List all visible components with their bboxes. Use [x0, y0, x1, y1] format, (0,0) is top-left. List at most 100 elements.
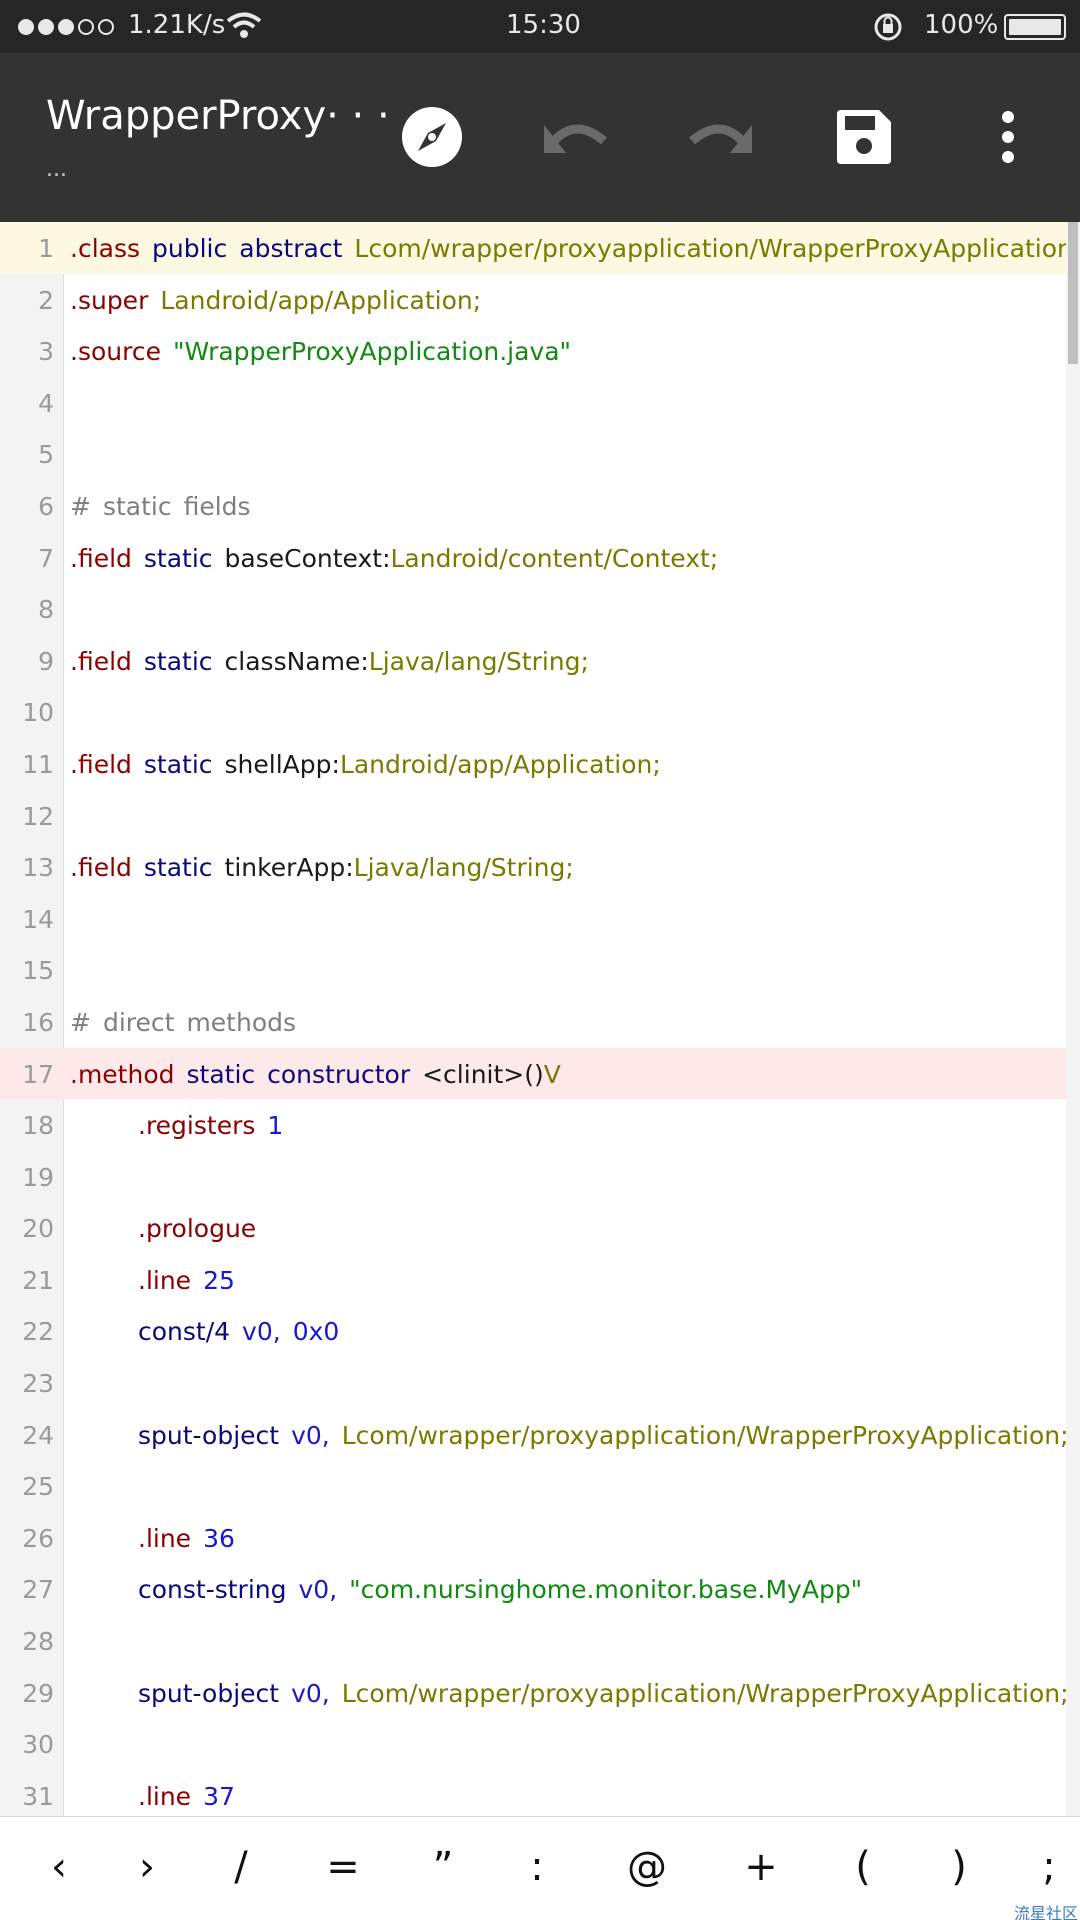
- line-number: 4: [38, 388, 54, 418]
- symbol-key[interactable]: /: [206, 1835, 276, 1899]
- code-token: .prologue: [138, 1214, 257, 1244]
- code-line[interactable]: 30: [0, 1718, 1080, 1770]
- code-line[interactable]: 5: [0, 428, 1080, 480]
- code-line[interactable]: 16 # direct methods: [0, 996, 1080, 1048]
- code-text: # static fields: [70, 492, 263, 521]
- code-line[interactable]: 31 .line 37: [0, 1770, 1080, 1816]
- symbol-key[interactable]: +: [726, 1835, 796, 1899]
- line-number: 26: [22, 1523, 54, 1553]
- symbol-key[interactable]: ‹: [24, 1835, 94, 1899]
- code-line[interactable]: 27 const-string v0, "com.nursinghome.monito…: [0, 1563, 1080, 1615]
- code-token: methods: [186, 1007, 297, 1037]
- code-token: 1: [267, 1111, 284, 1141]
- code-line[interactable]: 26 .line 36: [0, 1512, 1080, 1564]
- code-line[interactable]: 9 .field static className:Ljava/lang/String…: [0, 635, 1080, 687]
- code-line[interactable]: 11 .field static shellApp:Landroid/app/Appl…: [0, 738, 1080, 790]
- code-token: Landroid/app/Application;: [339, 749, 661, 779]
- line-number: 8: [38, 595, 54, 625]
- undo-button[interactable]: [540, 101, 612, 173]
- symbol-key[interactable]: ;: [1014, 1835, 1080, 1899]
- code-line[interactable]: 29 sput-object v0, Lcom/wrapper/proxyapplic…: [0, 1667, 1080, 1719]
- code-line[interactable]: 23: [0, 1357, 1080, 1409]
- code-token: 37: [203, 1781, 235, 1811]
- code-editor[interactable]: 1 .class public abstract Lcom/wrapper/proxya…: [0, 222, 1080, 1816]
- code-token: Ljava/lang/String;: [353, 853, 574, 883]
- code-token: shellApp:: [224, 749, 340, 779]
- line-number: 3: [38, 337, 54, 367]
- code-line[interactable]: 6 # static fields: [0, 480, 1080, 532]
- code-token: 0x0: [292, 1317, 340, 1347]
- navigate-button[interactable]: [396, 101, 468, 173]
- code-line[interactable]: 18 .registers 1: [0, 1099, 1080, 1151]
- symbol-key[interactable]: @: [612, 1835, 682, 1899]
- battery-icon: [1004, 14, 1066, 40]
- code-line[interactable]: 2 .super Landroid/app/Application;: [0, 274, 1080, 326]
- code-line[interactable]: 25: [0, 1460, 1080, 1512]
- code-token: direct: [102, 1007, 175, 1037]
- code-text: .line 36: [138, 1524, 247, 1553]
- line-number: 15: [22, 956, 54, 986]
- code-line[interactable]: 3 .source "WrapperProxyApplication.java": [0, 325, 1080, 377]
- code-line[interactable]: 20 .prologue: [0, 1202, 1080, 1254]
- symbol-key[interactable]: ”: [408, 1835, 478, 1899]
- code-token: .registers: [138, 1111, 256, 1141]
- code-token: v0,: [291, 1678, 330, 1708]
- line-number: 23: [22, 1369, 54, 1399]
- symbol-input-bar: ‹ › / = ”: @ + ();: [0, 1816, 1080, 1920]
- code-lines: 1 .class public abstract Lcom/wrapper/proxya…: [0, 222, 1080, 1816]
- code-token: .field: [70, 646, 132, 676]
- scrollbar-thumb[interactable]: [1068, 222, 1078, 364]
- symbol-key[interactable]: :: [502, 1835, 572, 1899]
- code-line[interactable]: 10: [0, 686, 1080, 738]
- code-token: .super: [70, 285, 149, 315]
- symbol-key[interactable]: =: [308, 1835, 378, 1899]
- code-line[interactable]: 19: [0, 1151, 1080, 1203]
- code-line[interactable]: 17 .method static constructor <clinit>()V: [0, 1047, 1080, 1100]
- code-line[interactable]: 28: [0, 1615, 1080, 1667]
- redo-button[interactable]: [684, 101, 756, 173]
- code-line[interactable]: 1 .class public abstract Lcom/wrapper/proxya…: [0, 222, 1080, 274]
- code-line[interactable]: 12: [0, 790, 1080, 842]
- symbol-key[interactable]: (: [828, 1835, 898, 1899]
- line-number: 30: [22, 1730, 54, 1760]
- code-token: static: [143, 853, 213, 883]
- editor-scrollbar[interactable]: [1066, 222, 1080, 1816]
- code-line[interactable]: 14: [0, 893, 1080, 945]
- code-line[interactable]: 24 sput-object v0, Lcom/wrapper/proxyapplic…: [0, 1409, 1080, 1461]
- more-options-button[interactable]: [972, 101, 1044, 173]
- symbol-key[interactable]: ›: [112, 1835, 182, 1899]
- code-line[interactable]: 4: [0, 377, 1080, 429]
- code-token: static: [143, 646, 213, 676]
- undo-icon: [544, 124, 607, 153]
- line-number: 16: [22, 1007, 54, 1037]
- save-button[interactable]: [828, 101, 900, 173]
- network-speed: 1.21K/s: [128, 10, 226, 40]
- code-token: .field: [70, 749, 132, 779]
- code-line[interactable]: 8: [0, 583, 1080, 635]
- code-text: .class public abstract Lcom/wrapper/proxyap…: [70, 234, 1080, 263]
- code-text: .registers 1: [138, 1111, 295, 1140]
- code-text: sput-object v0, Lcom/wrapper/proxyapplicat…: [138, 1679, 1080, 1708]
- code-token: .field: [70, 853, 132, 883]
- code-line[interactable]: 7 .field static baseContext:Landroid/conten…: [0, 532, 1080, 584]
- line-number: 25: [22, 1472, 54, 1502]
- editor-toolbar: WrapperProxy· · · ...: [0, 53, 1080, 222]
- line-number: 27: [22, 1575, 54, 1605]
- code-text: .method static constructor <clinit>()V: [70, 1060, 573, 1089]
- code-line[interactable]: 21 .line 25: [0, 1254, 1080, 1306]
- code-token: v0,: [242, 1317, 281, 1347]
- code-line[interactable]: 22 const/4 v0, 0x0: [0, 1305, 1080, 1357]
- clock: 15:30: [506, 10, 581, 40]
- code-text: const-string v0, "com.nursinghome.monitor.…: [138, 1575, 874, 1604]
- code-token: <clinit>(): [422, 1059, 544, 1089]
- symbol-key[interactable]: ): [924, 1835, 994, 1899]
- watermark: 流星社区: [1014, 1904, 1079, 1920]
- line-number: 19: [22, 1162, 54, 1192]
- line-number: 10: [22, 698, 54, 728]
- code-line[interactable]: 15: [0, 944, 1080, 996]
- line-number: 22: [22, 1317, 54, 1347]
- code-text: .field static tinkerApp:Ljava/lang/String;: [70, 853, 586, 882]
- code-token: .line: [138, 1781, 192, 1811]
- code-token: static: [186, 1059, 256, 1089]
- code-line[interactable]: 13 .field static tinkerApp:Ljava/lang/Strin…: [0, 841, 1080, 893]
